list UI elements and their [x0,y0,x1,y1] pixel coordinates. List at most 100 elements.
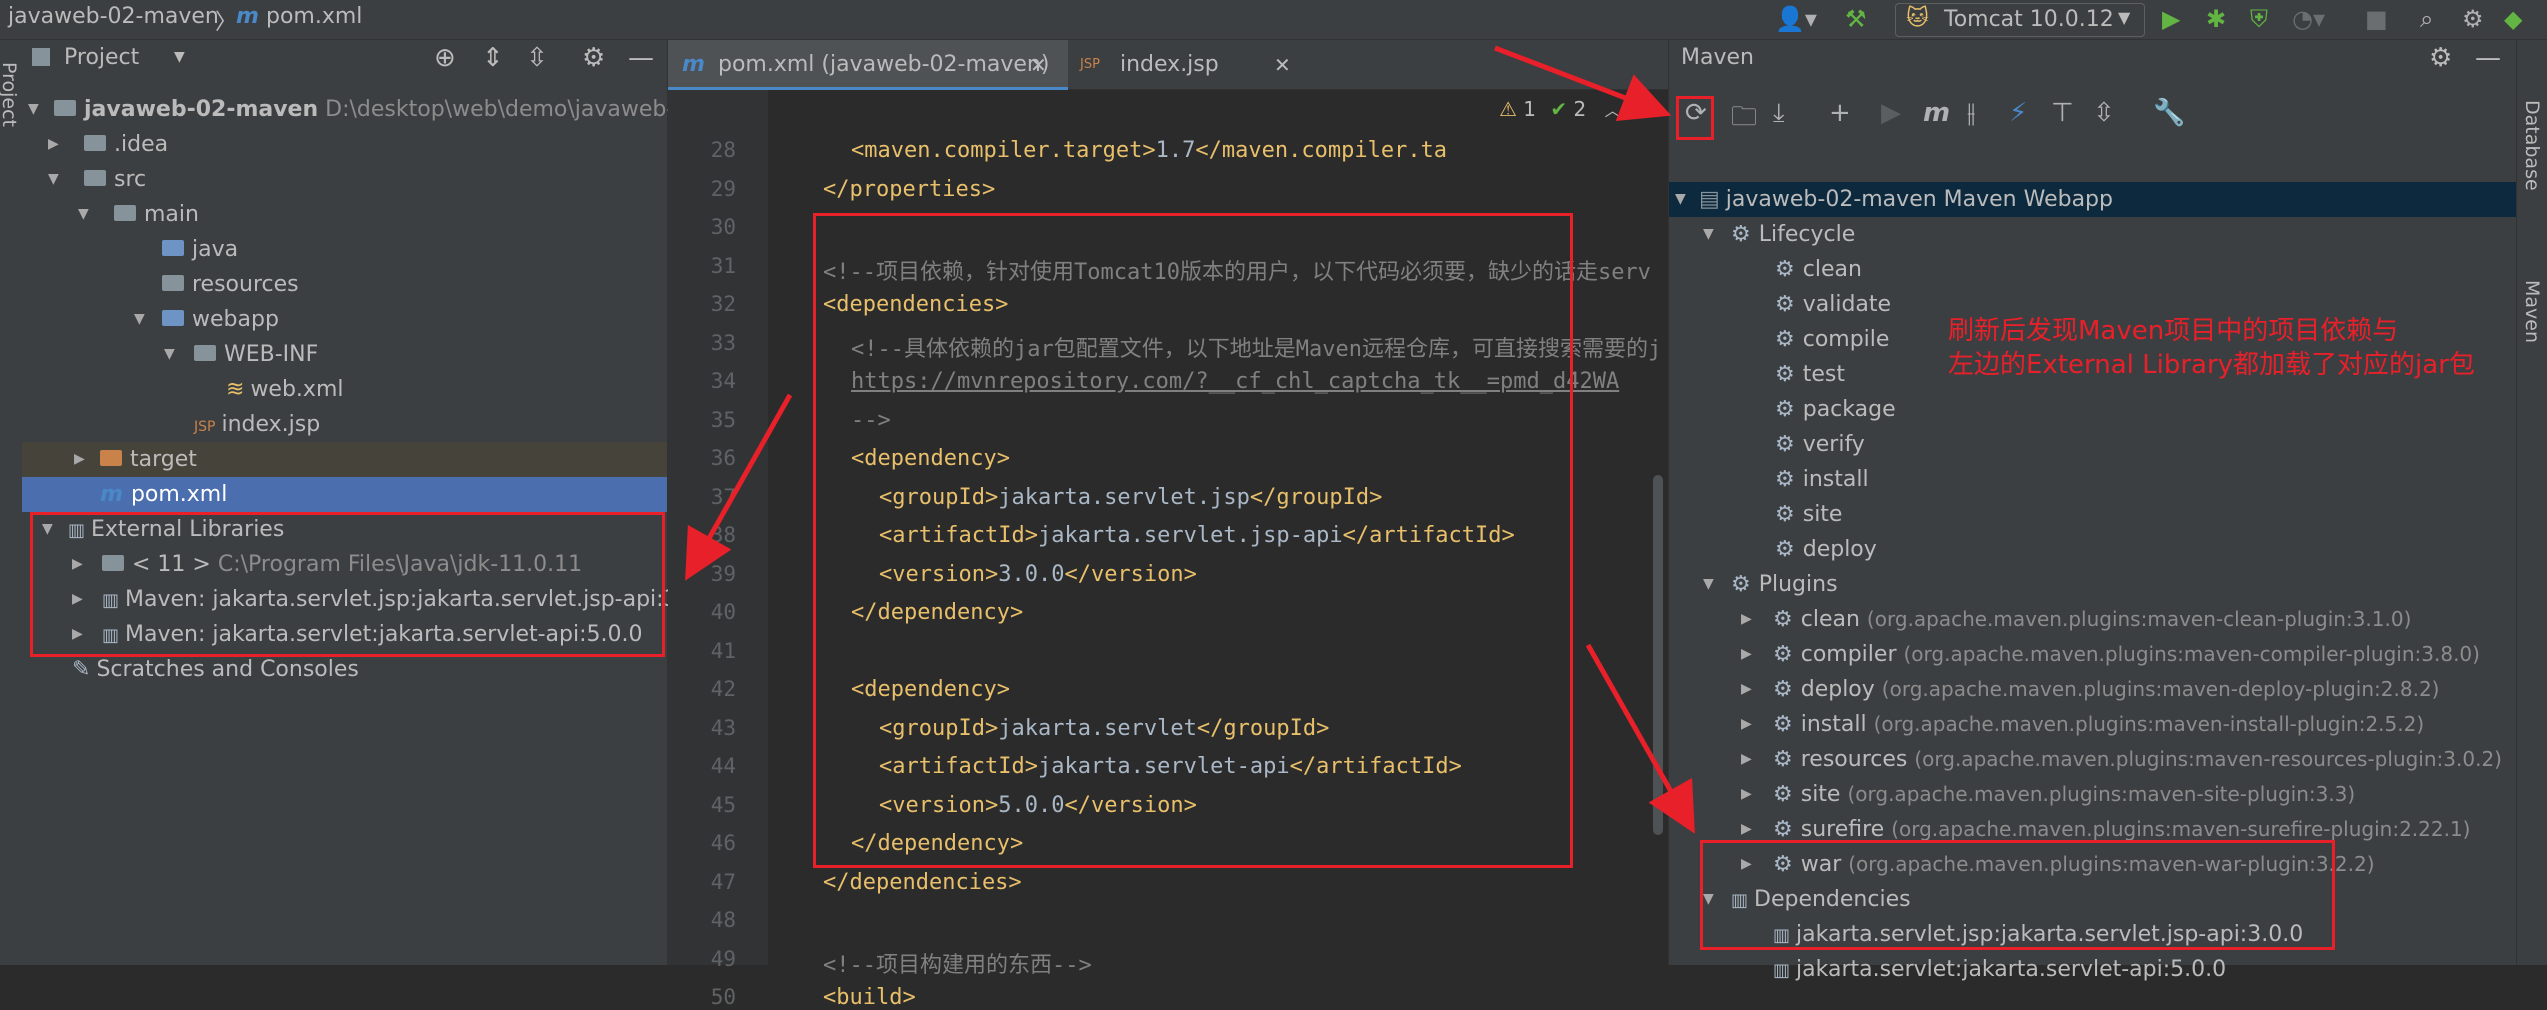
chevron-down-icon[interactable]: ▼ [174,49,185,65]
dependency-item[interactable]: ▥ jakarta.servlet:jakarta.servlet-api:5.0… [1669,952,2517,987]
collapse-all-icon[interactable]: ⇳ [2093,98,2115,128]
add-icon[interactable]: + [1829,98,1851,128]
minimize-icon[interactable]: — [2475,43,2501,73]
profile-icon[interactable]: ◔▾ [2292,4,2325,34]
tree-root[interactable]: ▼ javaweb-02-maven D:\desktop\web\demo\j… [22,92,702,127]
coverage-icon[interactable]: ⛨ [2250,4,2268,34]
wrench-icon[interactable]: 🔧 [2153,98,2185,128]
run-icon[interactable]: ▶ [2162,4,2180,34]
tree-item-main[interactable]: ▼ main [22,197,667,232]
lifecycle-goal-clean[interactable]: ⚙ clean [1669,252,2517,287]
locate-icon[interactable]: ⊕ [434,43,456,73]
code-line[interactable]: <!--项目依赖，针对使用Tomcat10版本的用户，以下代码必须要，缺少的话走… [823,254,1651,286]
run-config-select[interactable]: 🐱 Tomcat 10.0.12 ▼ [1895,3,2145,37]
chevron-down-icon[interactable]: ﹀ [1627,101,1643,120]
breadcrumb-project[interactable]: javaweb-02-maven [8,4,219,29]
code-line[interactable]: <groupId>jakarta.servlet</groupId> [879,716,1329,741]
code-line[interactable]: </dependencies> [823,870,1022,895]
lifecycle-goal-deploy[interactable]: ⚙ deploy [1669,532,2517,567]
tree-item-index-jsp[interactable]: JSP index.jsp [22,407,667,442]
reload-icon[interactable]: ⟳ [1685,98,1707,128]
debug-icon[interactable]: ✱ [2206,4,2226,34]
maven-tool-tab[interactable]: Maven [2521,280,2543,343]
lifecycle-goal-verify[interactable]: ⚙ verify [1669,427,2517,462]
tree-item-lib-jsp-api[interactable]: ▶ ▥ Maven: jakarta.servlet.jsp:jakarta.se… [22,582,720,617]
dependencies-row[interactable]: ▼ ▥ Dependencies [1669,882,2517,917]
code-line[interactable]: <!--项目构建用的东西--> [823,947,1092,979]
tree-item-resources[interactable]: resources [22,267,667,302]
dependency-item[interactable]: ▥ jakarta.servlet.jsp:jakarta.servlet.jsp… [1669,917,2517,952]
code-line[interactable]: --> [851,408,891,433]
lifecycle-goal-package[interactable]: ⚙ package [1669,392,2517,427]
url-link[interactable]: https://mvnrepository.com/?__cf_chl_capt… [851,369,1619,394]
tree-item-src[interactable]: ▼ src [22,162,667,197]
code-line[interactable]: https://mvnrepository.com/?__cf_chl_capt… [851,369,1619,394]
tree-item-lib-servlet-api[interactable]: ▶ ▥ Maven: jakarta.servlet:jakarta.servle… [22,617,667,652]
plugin-deploy[interactable]: ▶ ⚙ deploy (org.apache.maven.plugins:maven… [1669,672,2517,707]
tree-item-target[interactable]: ▶ target [22,442,667,477]
code-line[interactable]: <dependency> [851,677,1010,702]
inspection-widget[interactable]: ⚠ 1 ✔ 2 ︿ ﹀ [1493,92,1649,126]
code-line[interactable]: <dependencies> [823,292,1008,317]
tree-item-pom-xml[interactable]: m pom.xml [22,477,667,512]
tab-index-jsp[interactable]: JSP index.jsp ✕ [1068,40,1318,90]
download-icon[interactable]: ⤓ [1773,98,1785,129]
tab-pom-xml[interactable]: m pom.xml (javaweb-02-maven) ✕ [668,40,1068,90]
code-line[interactable]: <maven.compiler.target>1.7</maven.compil… [851,138,1447,163]
tree-item-web-xml[interactable]: ≋ web.xml [22,372,667,407]
tree-item-web-inf[interactable]: ▼ WEB-INF [22,337,667,372]
tree-item-java[interactable]: java [22,232,667,267]
plugin-clean[interactable]: ▶ ⚙ clean (org.apache.maven.plugins:maven-… [1669,602,2517,637]
plugins-row[interactable]: ▼ ⚙ Plugins [1669,567,2517,602]
add-folder-icon[interactable]: 🗀 [1731,98,1757,142]
gear-icon[interactable]: ⚙ [582,43,605,73]
code-line[interactable]: </dependency> [851,831,1023,856]
code-line[interactable]: </dependency> [851,600,1023,625]
stop-icon[interactable]: ■ [2365,4,2388,34]
project-tool-tab[interactable]: Project [0,62,20,127]
close-icon[interactable]: ✕ [1274,40,1291,90]
tree-item-jdk[interactable]: ▶ < 11 > C:\Program Files\Java\jdk-11.0.… [22,547,667,582]
project-panel-title[interactable]: Project [64,45,139,70]
code-line[interactable]: <dependency> [851,446,1010,471]
expand-all-icon[interactable]: ⇕ [482,43,504,73]
code-line[interactable]: <version>3.0.0</version> [879,562,1197,587]
tree-item-scratches[interactable]: ✎ Scratches and Consoles [22,652,667,687]
lifecycle-row[interactable]: ▼ ⚙ Lifecycle [1669,217,2517,252]
code-line[interactable]: <artifactId>jakarta.servlet.jsp-api</art… [879,523,1515,548]
database-tool-tab[interactable]: Database [2521,100,2543,191]
tree-item-external-libraries[interactable]: ▼ ▥ External Libraries [22,512,667,547]
collapse-all-icon[interactable]: ⇳ [526,43,548,73]
editor-scrollbar[interactable] [1653,475,1663,835]
plugin-site[interactable]: ▶ ⚙ site (org.apache.maven.plugins:maven-s… [1669,777,2517,812]
plugin-war[interactable]: ▶ ⚙ war (org.apache.maven.plugins:maven-wa… [1669,847,2517,882]
code-line[interactable]: <groupId>jakarta.servlet.jsp</groupId> [879,485,1382,510]
user-icon[interactable]: 👤▾ [1775,4,1817,34]
search-icon[interactable]: ⌕ [2420,4,2433,34]
plugin-compiler[interactable]: ▶ ⚙ compiler (org.apache.maven.plugins:mav… [1669,637,2517,672]
run-icon[interactable]: ▶ [1881,98,1901,128]
gear-icon[interactable]: ⚙ [2462,4,2484,34]
toggle-offline-icon[interactable]: ⫲ [1967,98,1975,129]
tree-item-idea[interactable]: ▶ .idea [22,127,667,162]
chevron-up-icon[interactable]: ︿ [1605,101,1621,120]
maven-project-row[interactable]: ▼ ▤ javaweb-02-maven Maven Webapp [1669,182,2517,217]
skip-tests-icon[interactable]: ⚡ [2009,98,2027,128]
build-hammer-icon[interactable]: ⚒ [1845,4,1867,34]
code-line[interactable]: <artifactId>jakarta.servlet-api</artifac… [879,754,1462,779]
gear-icon[interactable]: ⚙ [2429,43,2452,73]
minimize-icon[interactable]: — [628,43,654,73]
code-line[interactable]: </properties> [823,177,995,202]
close-icon[interactable]: ✕ [1030,40,1047,90]
plugin-install[interactable]: ▶ ⚙ install (org.apache.maven.plugins:mave… [1669,707,2517,742]
code-line[interactable]: <!--具体依赖的jar包配置文件，以下地址是Maven远程仓库，可直接搜索需要… [851,331,1661,363]
lifecycle-goal-install[interactable]: ⚙ install [1669,462,2517,497]
code-line[interactable]: <version>5.0.0</version> [879,793,1197,818]
show-dependencies-icon[interactable]: ⊤ [2051,98,2074,128]
plugin-resources[interactable]: ▶ ⚙ resources (org.apache.maven.plugins:ma… [1669,742,2517,777]
execute-goal-icon[interactable]: m [1923,98,1950,128]
lifecycle-goal-site[interactable]: ⚙ site [1669,497,2517,532]
plugin-surefire[interactable]: ▶ ⚙ surefire (org.apache.maven.plugins:mav… [1669,812,2517,847]
code-line[interactable]: <build> [823,985,916,1010]
breadcrumb-file[interactable]: pom.xml [266,4,362,29]
